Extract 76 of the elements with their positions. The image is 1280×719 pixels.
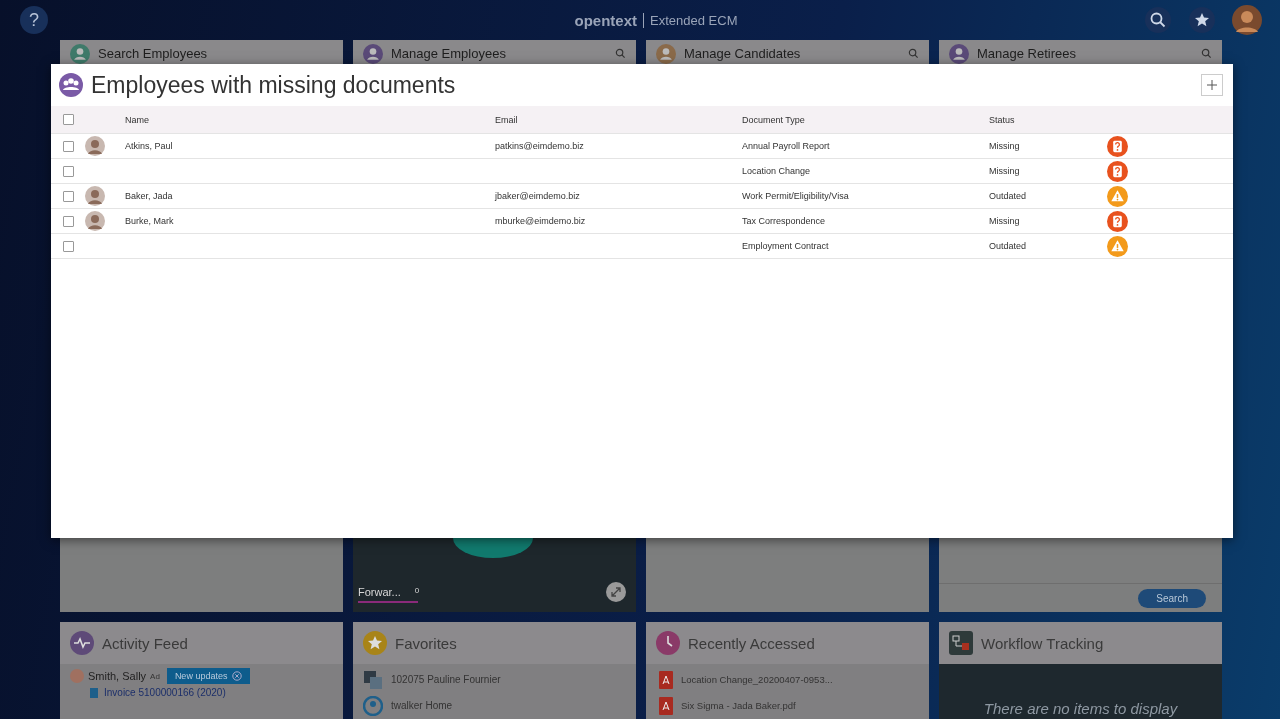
person-icon	[656, 44, 676, 64]
column-header[interactable]: Email	[495, 114, 742, 125]
warning-icon	[1107, 185, 1128, 207]
table-cell-text: Missing	[989, 166, 1021, 176]
search-icon[interactable]	[1144, 6, 1172, 34]
stacked-squares-icon	[363, 669, 383, 690]
table-cell-text: Outdated	[989, 241, 1028, 251]
favorite-item[interactable]: twalker Home	[391, 700, 453, 711]
action-text: Ad	[150, 671, 160, 681]
invoice-link[interactable]: Invoice 5100000166 (2020)	[104, 687, 226, 698]
new-updates-badge[interactable]: New updates	[166, 668, 251, 684]
table-cell-text: jbaker@eimdemo.biz	[495, 191, 581, 201]
checkbox[interactable]	[63, 215, 74, 227]
tile-title: Favorites	[395, 634, 457, 652]
table-cell-text: Missing	[989, 216, 1021, 226]
clock-icon	[656, 631, 680, 655]
favorite-item[interactable]: 102075 Pauline Fournier	[391, 674, 501, 685]
person-icon	[363, 44, 383, 64]
table-cell-text: Burke, Mark	[125, 216, 175, 226]
checkbox[interactable]	[63, 165, 74, 177]
empty-message: There are no items to display	[983, 700, 1178, 717]
user-name: Smith, Sally	[88, 670, 147, 682]
table-cell-text: Employment Contract	[742, 241, 830, 251]
home-icon	[363, 695, 383, 716]
pdf-icon	[659, 696, 673, 715]
dialog-title: Employees with missing documents	[91, 71, 457, 99]
person-icon	[949, 44, 969, 64]
expand-icon[interactable]	[606, 582, 626, 602]
tile-title: Search Employees	[98, 46, 209, 61]
table-cell-text: Location Change	[742, 166, 812, 176]
question-icon	[1107, 160, 1128, 182]
column-header[interactable]: Status	[989, 114, 1107, 125]
column-header[interactable]: Name	[125, 114, 495, 125]
tile-title: Manage Employees	[391, 46, 507, 61]
forward-tab[interactable]: Forwar... 0	[358, 586, 418, 603]
warning-icon	[1107, 235, 1128, 257]
tile-title: Workflow Tracking	[981, 634, 1104, 652]
table-cell-text: Atkins, Paul	[125, 141, 174, 151]
column-header[interactable]: Document Type	[742, 114, 989, 125]
table-cell-text: mburke@eimdemo.biz	[495, 216, 587, 226]
product-name: Extended ECM	[643, 12, 738, 28]
recent-item[interactable]: Six Sigma - Jada Baker.pdf	[681, 700, 796, 711]
avatar[interactable]	[1232, 5, 1262, 35]
search-button[interactable]: Search	[1138, 588, 1206, 608]
table-cell-text: Work Permit/Eligibility/Visa	[742, 191, 850, 201]
checkbox[interactable]	[63, 140, 74, 152]
tile-title: Manage Retirees	[977, 46, 1077, 61]
person-icon	[70, 44, 90, 64]
checkbox[interactable]	[63, 190, 74, 202]
close-icon[interactable]	[232, 671, 243, 681]
table-cell-text: Annual Payroll Report	[742, 141, 831, 151]
table-cell-text: Baker, Jada	[125, 191, 174, 201]
checkbox[interactable]	[63, 114, 74, 125]
question-icon	[1107, 135, 1128, 157]
checkbox[interactable]	[63, 240, 74, 252]
avatar	[70, 669, 84, 683]
recent-item[interactable]: Location Change_20200407-0953...	[681, 674, 833, 685]
tile-title: Manage Candidates	[684, 46, 802, 61]
avatar	[85, 211, 105, 231]
avatar	[85, 136, 105, 156]
pulse-icon	[70, 631, 94, 655]
question-icon	[1107, 210, 1128, 232]
pdf-icon	[659, 670, 673, 689]
table-cell-text: Missing	[989, 141, 1021, 151]
tile-title: Activity Feed	[102, 634, 188, 652]
document-icon	[90, 687, 98, 698]
logo: opentext	[574, 11, 638, 29]
avatar	[85, 186, 105, 206]
tile-title: Recently Accessed	[688, 634, 815, 652]
collapse-button[interactable]	[1201, 74, 1223, 96]
people-icon	[59, 73, 83, 97]
table-cell-text: patkins@eimdemo.biz	[495, 141, 585, 151]
table-cell-text: Tax Correspondence	[742, 216, 827, 226]
table-cell-text: Outdated	[989, 191, 1028, 201]
help-button[interactable]: ?	[20, 6, 48, 34]
flowchart-icon	[949, 631, 973, 655]
